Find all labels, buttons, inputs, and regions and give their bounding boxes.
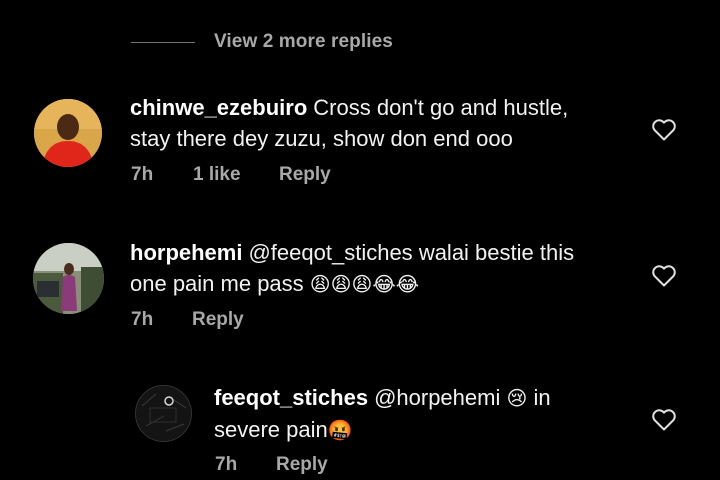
view-more-replies-label: View 2 more replies	[214, 31, 393, 52]
comment-text-line2: severe pain	[214, 417, 328, 442]
heart-icon[interactable]	[651, 264, 677, 288]
avatar[interactable]	[34, 99, 102, 167]
reply-button[interactable]: Reply	[192, 309, 244, 331]
comment-username[interactable]: chinwe_ezebuiro	[130, 95, 307, 120]
comment-likes[interactable]: 1 like	[193, 164, 279, 186]
comment-text-line2: stay there dey zuzu, show don end ooo	[130, 126, 513, 151]
comment-meta: 7h Reply	[131, 309, 244, 331]
comment-mention[interactable]: @feeqot_stiches	[248, 240, 412, 265]
comment-meta: 7h Reply	[215, 454, 328, 476]
comment-text-line2: one pain me pass	[130, 271, 304, 296]
comment-username[interactable]: horpehemi	[130, 240, 242, 265]
reply-button[interactable]: Reply	[276, 454, 328, 476]
comment-text-line1: walai bestie this	[418, 240, 575, 265]
view-more-replies[interactable]: View 2 more replies	[131, 30, 393, 54]
comment-text-line1: in	[533, 385, 551, 410]
heart-icon[interactable]	[651, 408, 677, 432]
comment-time: 7h	[131, 309, 154, 330]
reply-button[interactable]: Reply	[279, 164, 331, 186]
divider-line	[131, 41, 195, 43]
comment-text-line1: Cross don't go and hustle,	[313, 95, 569, 120]
comment-username[interactable]: feeqot_stiches	[214, 385, 368, 410]
comment-meta: 7h 1 like Reply	[131, 164, 331, 186]
comment-mention[interactable]: @horpehemi	[374, 385, 500, 410]
emoji-group: 😩😩😩😂😂	[309, 272, 420, 296]
emoji-angry: 🤬	[327, 418, 353, 442]
avatar-image	[34, 99, 102, 167]
comment-time: 7h	[215, 454, 238, 475]
comment-body: horpehemi @feeqot_stiches walai bestie th…	[130, 237, 600, 300]
emoji-crying: 😢	[506, 386, 528, 410]
comment-time: 7h	[131, 164, 154, 185]
avatar-image	[136, 386, 191, 441]
avatar[interactable]	[33, 243, 104, 314]
comment-body: feeqot_stiches @horpehemi 😢 in severe pai…	[214, 382, 684, 446]
heart-icon[interactable]	[651, 118, 677, 142]
avatar[interactable]	[135, 385, 192, 442]
avatar-image	[33, 243, 104, 314]
comment-body: chinwe_ezebuiro Cross don't go and hustle…	[130, 92, 600, 154]
